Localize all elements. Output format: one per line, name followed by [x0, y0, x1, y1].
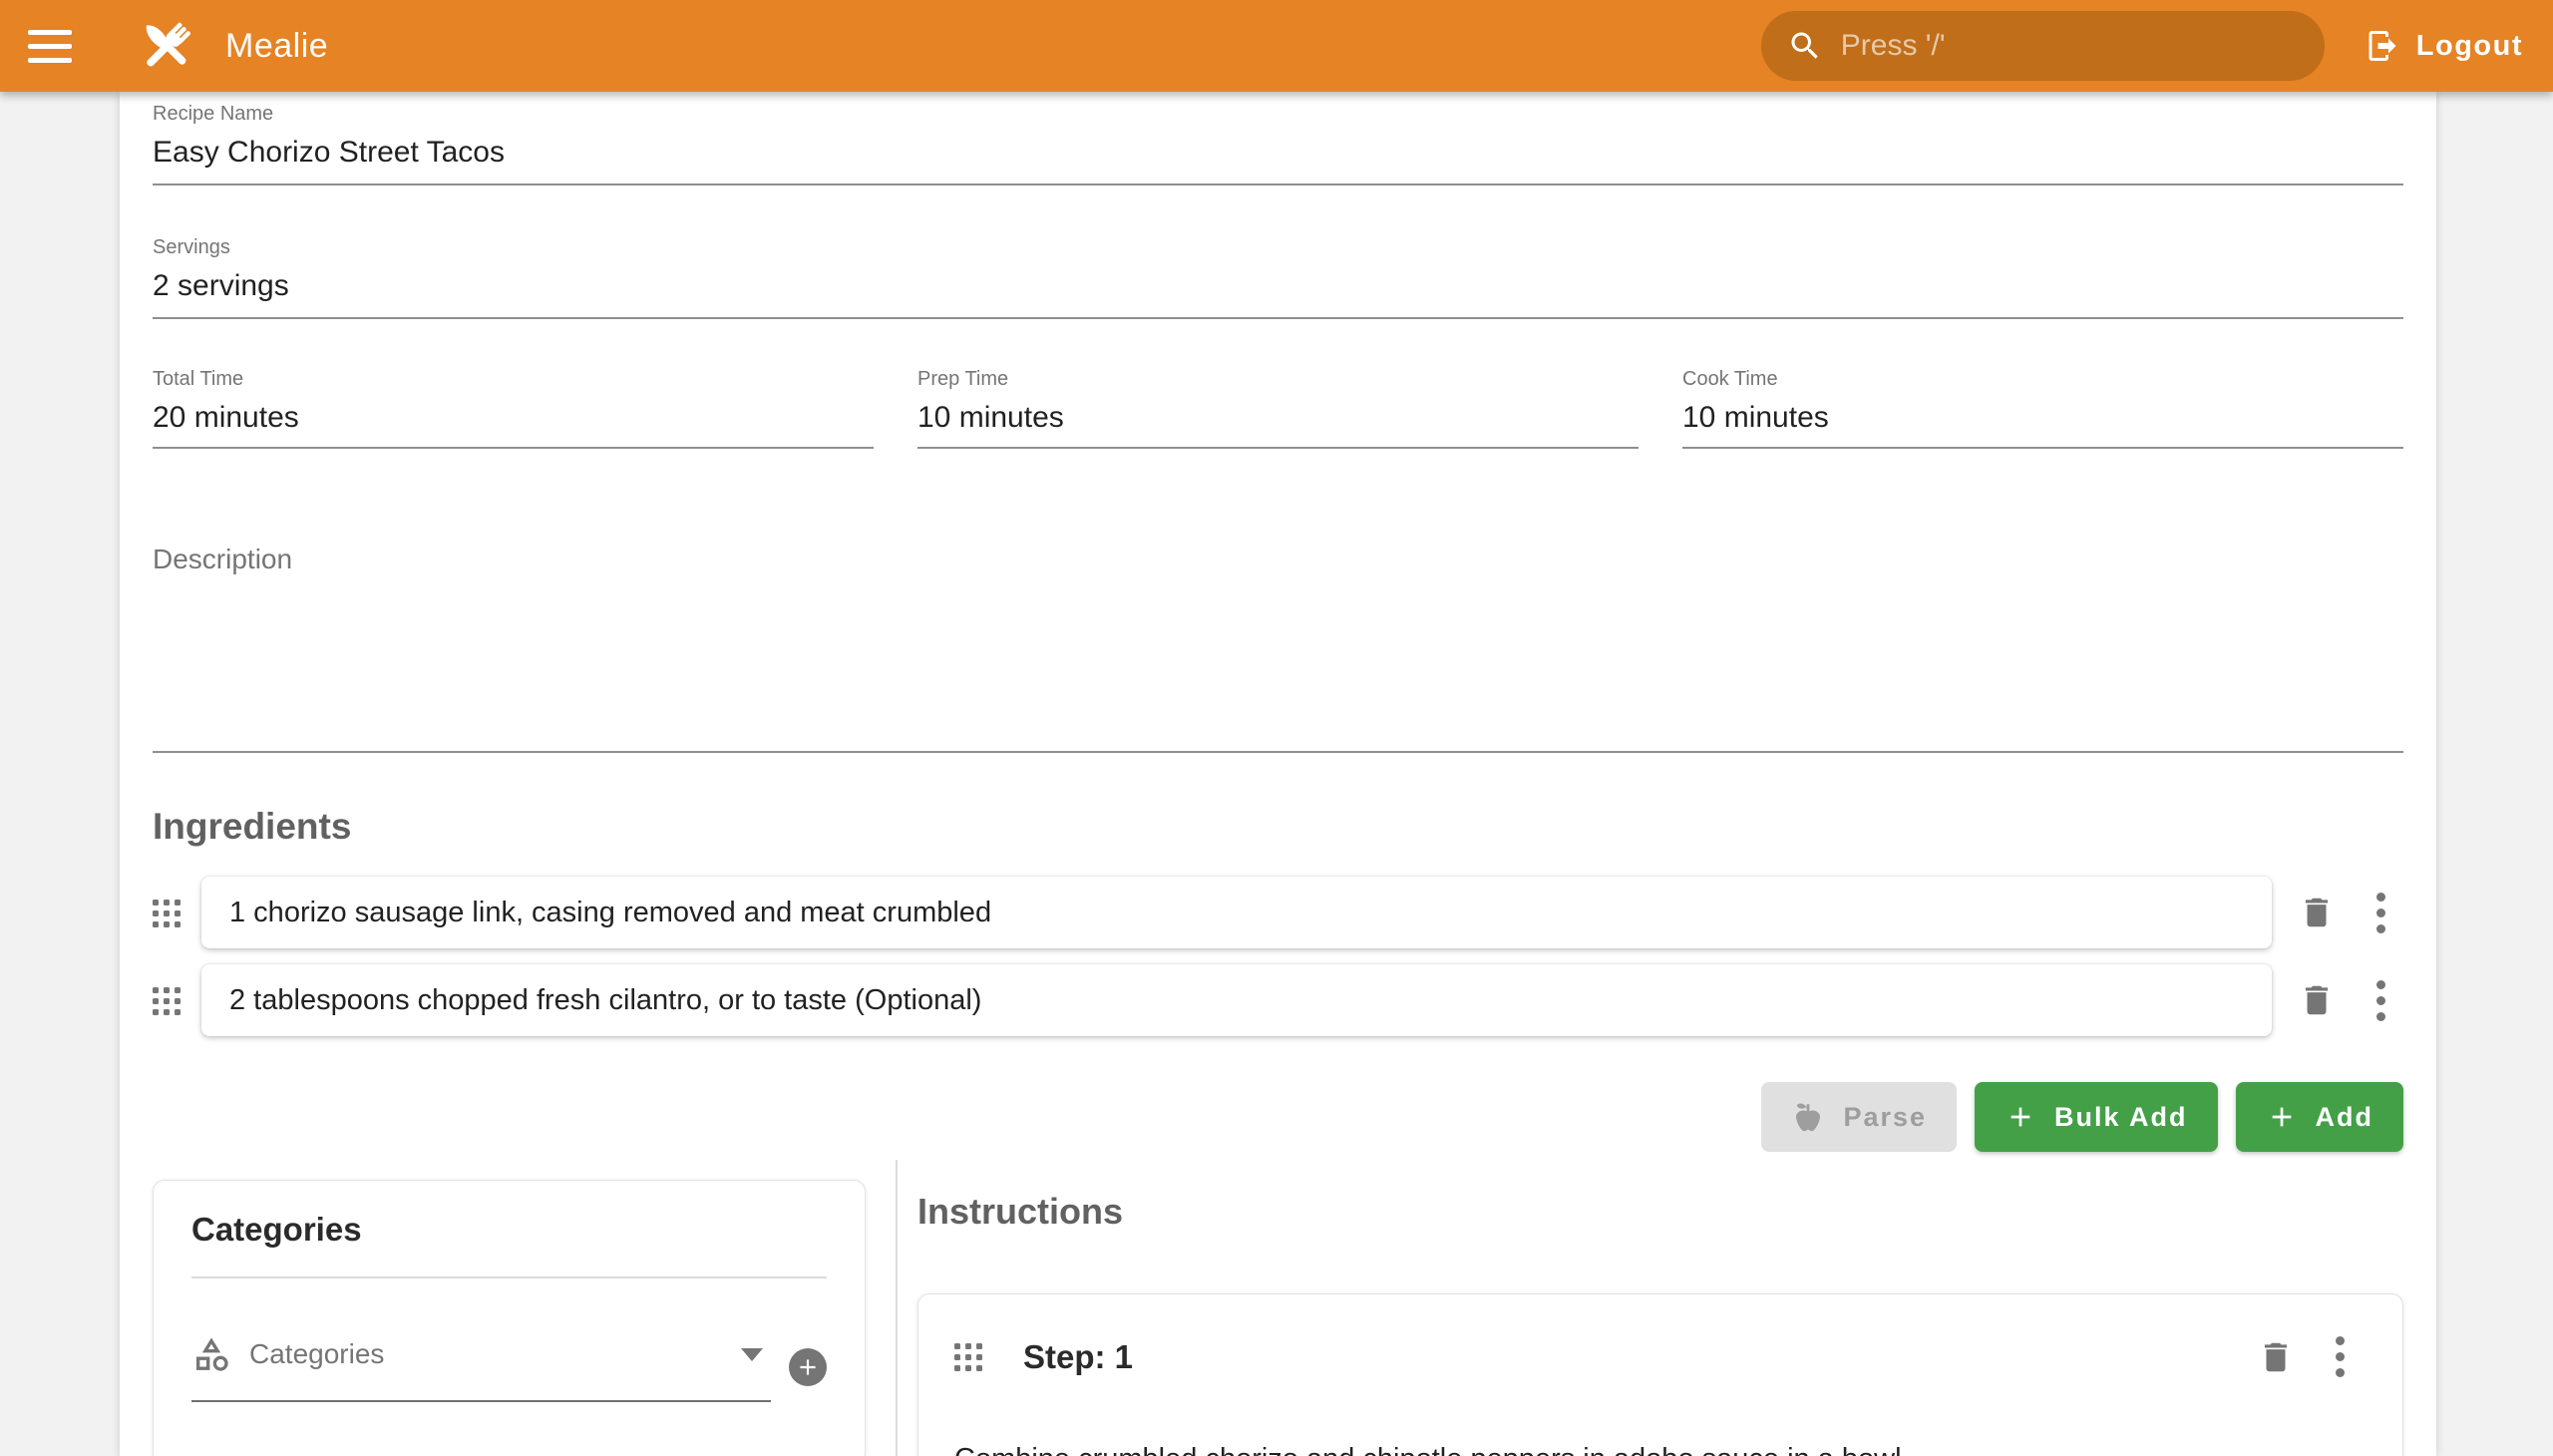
logout-button[interactable]: Logout	[2365, 28, 2523, 64]
total-time-label: Total Time	[153, 367, 874, 391]
servings-label: Servings	[153, 235, 2403, 259]
app-bar: Mealie Logout	[0, 0, 2553, 92]
cook-time-input[interactable]	[1682, 399, 2403, 437]
description-textarea[interactable]	[153, 576, 2403, 751]
bulk-add-label: Bulk Add	[2054, 1102, 2188, 1133]
app-title: Mealie	[225, 27, 328, 66]
description-label: Description	[153, 544, 292, 574]
trash-icon	[2298, 894, 2336, 931]
drag-handle-icon[interactable]	[954, 1343, 981, 1370]
categories-heading: Categories	[191, 1211, 827, 1249]
total-time-field: Total Time	[153, 367, 874, 449]
description-field: Description	[153, 543, 2403, 753]
add-category-button[interactable]	[789, 1348, 827, 1386]
ingredient-card	[201, 964, 2272, 1036]
bottom-section: Categories Categories	[153, 1160, 2403, 1456]
servings-field: Servings	[153, 235, 2403, 319]
add-label: Add	[2316, 1102, 2373, 1133]
parse-button[interactable]: Parse	[1761, 1082, 1957, 1152]
search-bar[interactable]	[1761, 11, 2325, 81]
step-menu-kebab-icon[interactable]	[2333, 1336, 2347, 1377]
chevron-down-icon	[741, 1348, 763, 1361]
ingredient-menu-kebab-icon[interactable]	[2373, 893, 2387, 933]
ingredient-menu-kebab-icon[interactable]	[2373, 980, 2387, 1021]
ingredient-card	[201, 877, 2272, 948]
plus-icon	[2266, 1101, 2298, 1133]
prep-time-field: Prep Time	[917, 367, 1639, 449]
bulk-add-button[interactable]: Bulk Add	[1975, 1082, 2218, 1152]
parse-label: Parse	[1843, 1102, 1927, 1133]
ingredient-input[interactable]	[229, 984, 2244, 1017]
categories-column: Categories Categories	[153, 1160, 896, 1456]
categories-card: Categories Categories	[153, 1180, 866, 1456]
ingredient-row	[153, 964, 2403, 1036]
instructions-heading: Instructions	[917, 1190, 2403, 1234]
prep-time-input[interactable]	[917, 399, 1639, 437]
logout-label: Logout	[2416, 30, 2523, 63]
logout-icon	[2365, 28, 2400, 64]
categories-select-row: Categories	[191, 1334, 827, 1402]
ingredient-actions: Parse Bulk Add Add	[153, 1082, 2403, 1152]
recipe-editor-card: Recipe Name Servings Total Time Prep Tim…	[120, 92, 2436, 1456]
search-icon	[1787, 28, 1823, 64]
ingredient-list	[153, 877, 2403, 1036]
cook-time-field: Cook Time	[1682, 367, 2403, 449]
total-time-input[interactable]	[153, 399, 874, 437]
ingredient-row	[153, 877, 2403, 948]
delete-step-button[interactable]	[2257, 1338, 2295, 1376]
add-ingredient-button[interactable]: Add	[2236, 1082, 2403, 1152]
categories-select-placeholder: Categories	[249, 1338, 384, 1370]
hamburger-menu-icon[interactable]	[28, 15, 90, 77]
cook-time-label: Cook Time	[1682, 367, 2403, 391]
recipe-name-label: Recipe Name	[153, 102, 2403, 126]
recipe-name-input[interactable]	[153, 134, 2403, 172]
time-fields-row: Total Time Prep Time Cook Time	[153, 367, 2403, 449]
step-text-input[interactable]: Combine crumbled chorizo and chipotle pe…	[954, 1439, 2363, 1456]
drag-handle-icon[interactable]	[153, 900, 180, 926]
trash-icon	[2298, 981, 2336, 1019]
step-title: Step: 1	[1023, 1338, 1133, 1376]
prep-time-label: Prep Time	[917, 367, 1639, 391]
servings-input[interactable]	[153, 267, 2403, 305]
drag-handle-icon[interactable]	[153, 987, 180, 1014]
step-card: Step: 1 Combine crumbled chorizo and chi…	[917, 1293, 2403, 1456]
recipe-name-field: Recipe Name	[153, 92, 2403, 185]
recipe-edit-page: Mealie Logout Recipe Name Servings To	[0, 0, 2553, 1456]
search-input[interactable]	[1841, 29, 2299, 63]
delete-ingredient-button[interactable]	[2298, 894, 2336, 931]
instructions-column: Instructions Step: 1	[896, 1160, 2403, 1456]
plus-icon	[2005, 1101, 2036, 1133]
ingredients-heading: Ingredients	[153, 805, 2403, 849]
plus-icon	[795, 1354, 821, 1380]
shapes-icon	[191, 1334, 231, 1374]
delete-ingredient-button[interactable]	[2298, 981, 2336, 1019]
ingredient-input[interactable]	[229, 897, 2244, 929]
apple-icon	[1791, 1100, 1825, 1134]
trash-icon	[2257, 1338, 2295, 1376]
step-header: Step: 1	[954, 1336, 2363, 1377]
categories-select[interactable]: Categories	[191, 1334, 771, 1402]
divider	[191, 1276, 827, 1278]
fork-knife-logo-icon[interactable]	[134, 14, 197, 78]
